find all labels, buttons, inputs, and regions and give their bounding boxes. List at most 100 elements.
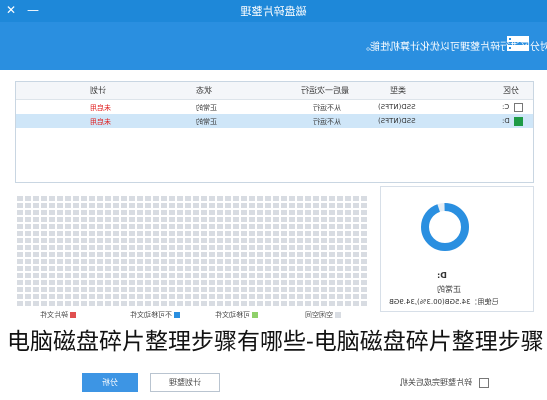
- cluster-block: [57, 217, 63, 222]
- cluster-block: [33, 280, 39, 285]
- table-row[interactable]: C: SSD(NTFS) 从不运行 正常的 未启用: [16, 100, 533, 114]
- cell-status: 正常的: [196, 104, 217, 112]
- cluster-block: [241, 294, 247, 299]
- cluster-block: [57, 203, 63, 208]
- cluster-block: [17, 301, 23, 306]
- row-checkbox[interactable]: [514, 103, 523, 112]
- cluster-block: [257, 287, 263, 292]
- legend-label: 空闲空间: [305, 311, 333, 319]
- cluster-block: [241, 280, 247, 285]
- cluster-block: [129, 231, 135, 236]
- cluster-block: [337, 259, 343, 264]
- col-type[interactable]: 类型: [390, 85, 406, 96]
- cluster-block: [129, 224, 135, 229]
- cluster-block: [233, 294, 239, 299]
- cluster-block: [361, 259, 367, 264]
- cluster-block: [17, 238, 23, 243]
- cluster-block: [361, 273, 367, 278]
- table-row[interactable]: D: SSD(NTFS) 从不运行 正常的 未启用: [16, 114, 533, 128]
- cluster-block: [217, 252, 223, 257]
- col-last-run[interactable]: 最后一次运行: [301, 85, 349, 96]
- cluster-block: [249, 245, 255, 250]
- cluster-block: [153, 294, 159, 299]
- cluster-block: [233, 224, 239, 229]
- cluster-block: [321, 217, 327, 222]
- cluster-block: [353, 231, 359, 236]
- cluster-block: [353, 196, 359, 201]
- cluster-block: [153, 224, 159, 229]
- shutdown-option[interactable]: 碎片整理完成后关机: [400, 377, 489, 388]
- cluster-block: [321, 301, 327, 306]
- cluster-block: [345, 287, 351, 292]
- legend-label: 可移动文件: [215, 311, 250, 319]
- cluster-block: [81, 203, 87, 208]
- cluster-block: [345, 224, 351, 229]
- cluster-block: [289, 238, 295, 243]
- cluster-block: [81, 217, 87, 222]
- cluster-block: [169, 273, 175, 278]
- shutdown-checkbox[interactable]: [478, 377, 489, 388]
- cluster-block: [17, 224, 23, 229]
- cluster-block: [249, 280, 255, 285]
- cluster-block: [57, 273, 63, 278]
- cluster-block: [321, 259, 327, 264]
- cluster-block: [185, 252, 191, 257]
- cluster-block: [313, 217, 319, 222]
- cluster-block: [289, 266, 295, 271]
- cluster-block: [241, 224, 247, 229]
- plan-button[interactable]: 计划整理: [150, 373, 220, 392]
- legend-item: 不可移动文件: [130, 310, 180, 320]
- cluster-block: [97, 252, 103, 257]
- cluster-block: [49, 252, 55, 257]
- cluster-block: [345, 245, 351, 250]
- cluster-block: [273, 266, 279, 271]
- cluster-block: [353, 238, 359, 243]
- cluster-block: [305, 210, 311, 215]
- cluster-block: [281, 259, 287, 264]
- cluster-block: [121, 203, 127, 208]
- cluster-block: [105, 259, 111, 264]
- cluster-block: [129, 266, 135, 271]
- cluster-block: [57, 301, 63, 306]
- cluster-block: [73, 259, 79, 264]
- cluster-block: [201, 203, 207, 208]
- cluster-block: [265, 280, 271, 285]
- cluster-block: [201, 287, 207, 292]
- col-partition[interactable]: 分区: [503, 85, 519, 96]
- cluster-block: [281, 266, 287, 271]
- cluster-block: [289, 224, 295, 229]
- header-banner: 对分区进行碎片整理可以优化计算机性能。: [0, 22, 547, 70]
- cluster-block: [241, 196, 247, 201]
- cluster-block: [193, 224, 199, 229]
- cluster-block: [257, 294, 263, 299]
- cluster-block: [201, 231, 207, 236]
- cluster-block: [57, 287, 63, 292]
- cluster-block: [25, 196, 31, 201]
- row-checkbox[interactable]: [514, 117, 523, 126]
- cluster-block: [361, 210, 367, 215]
- cluster-block: [137, 203, 143, 208]
- cluster-block: [169, 231, 175, 236]
- cluster-block: [113, 238, 119, 243]
- cluster-block: [329, 203, 335, 208]
- cluster-block: [345, 259, 351, 264]
- cluster-block: [89, 210, 95, 215]
- cluster-block: [361, 252, 367, 257]
- cluster-block: [361, 301, 367, 306]
- col-plan[interactable]: 计划: [90, 85, 106, 96]
- cluster-block: [297, 231, 303, 236]
- cluster-block: [337, 245, 343, 250]
- cluster-block: [305, 196, 311, 201]
- cluster-block: [353, 266, 359, 271]
- cluster-block: [193, 301, 199, 306]
- cluster-block: [233, 280, 239, 285]
- cluster-block: [281, 231, 287, 236]
- col-status[interactable]: 状态: [196, 85, 212, 96]
- cluster-block: [337, 280, 343, 285]
- cluster-block: [129, 210, 135, 215]
- analyze-button[interactable]: 分析: [82, 373, 138, 392]
- cluster-block: [257, 231, 263, 236]
- cluster-block: [241, 287, 247, 292]
- cluster-block: [41, 210, 47, 215]
- cluster-block: [65, 217, 71, 222]
